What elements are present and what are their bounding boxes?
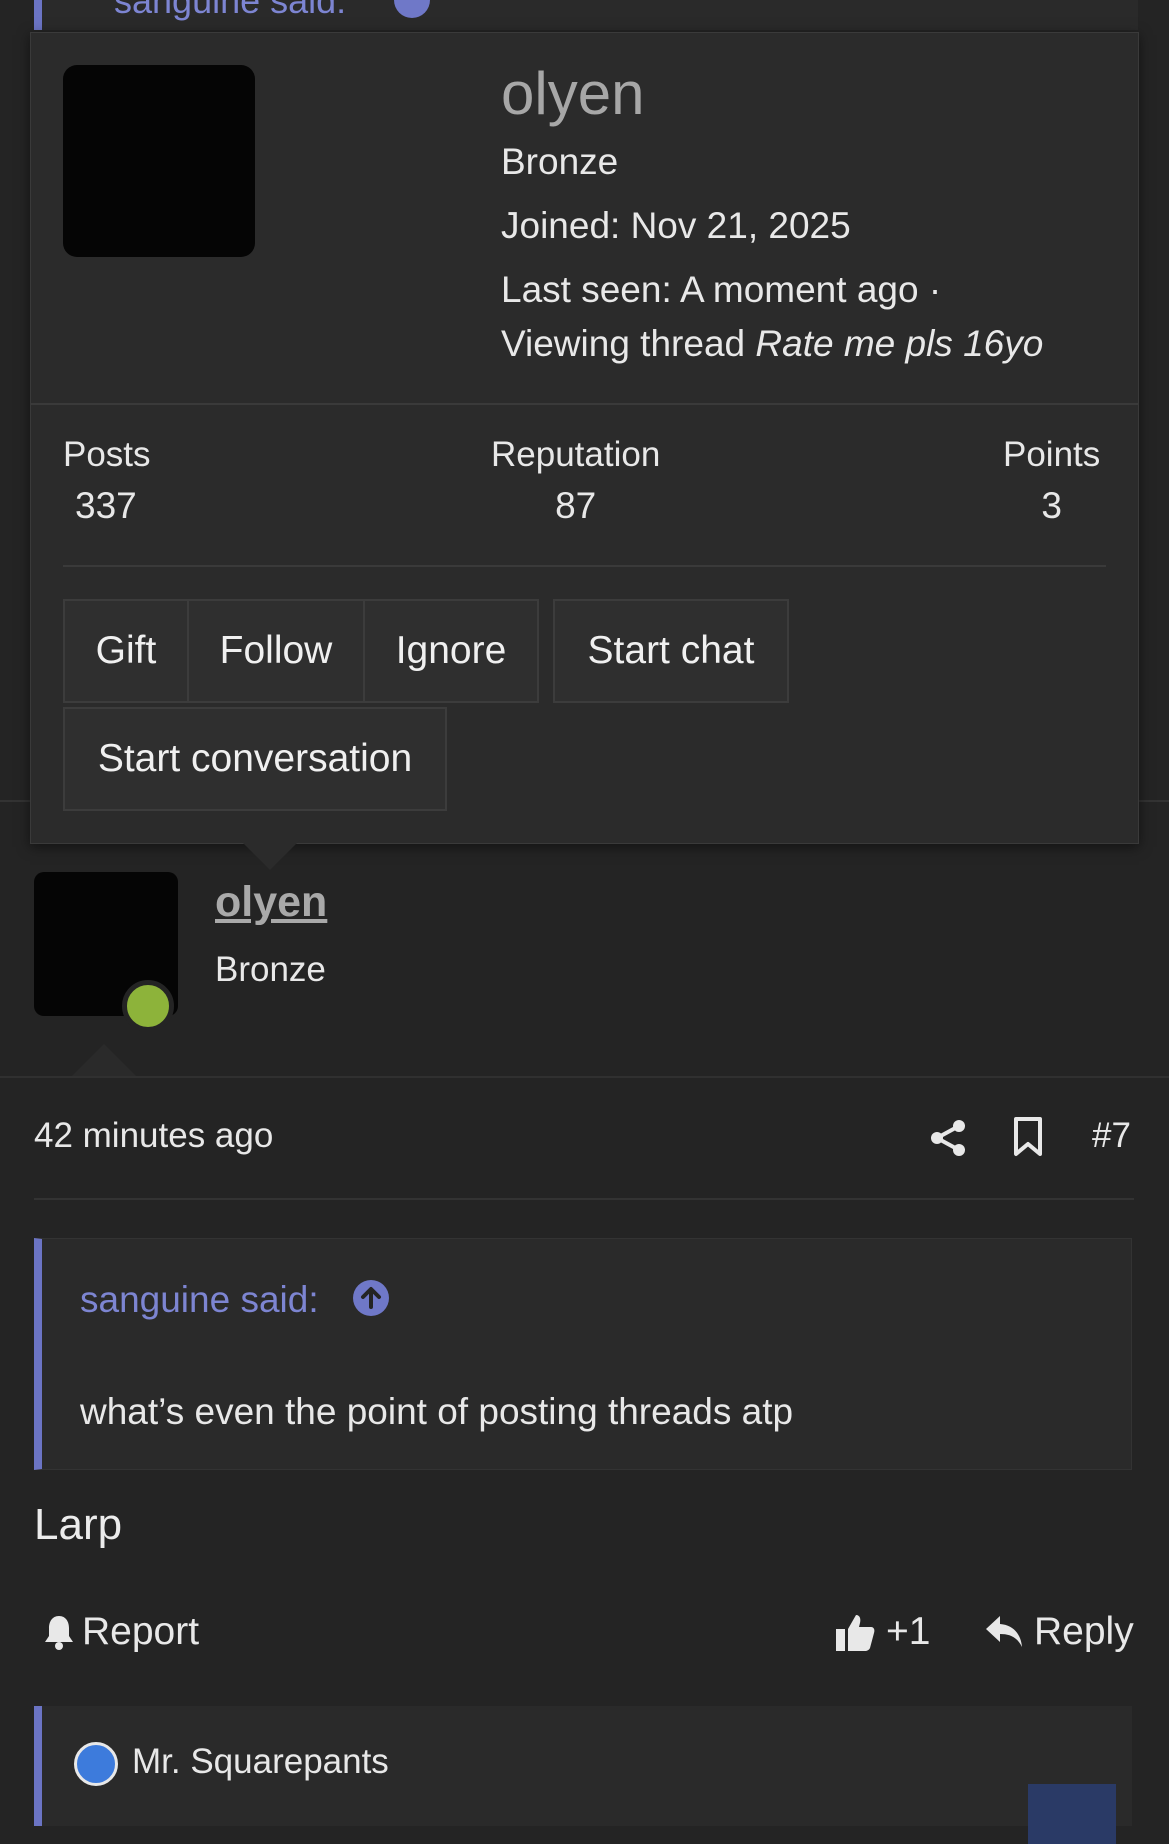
popup-avatar[interactable]	[63, 65, 255, 257]
reply-label: Reply	[1034, 1610, 1134, 1653]
divider	[31, 403, 1138, 405]
follow-button[interactable]: Follow	[187, 599, 365, 703]
scroll-top-button[interactable]	[1028, 1784, 1116, 1844]
online-indicator	[122, 980, 174, 1032]
activity-prefix: Viewing thread	[501, 323, 746, 364]
quote-author[interactable]: sanguine said:	[80, 1279, 319, 1321]
ignore-button[interactable]: Ignore	[363, 599, 539, 703]
post-body: Larp	[34, 1500, 123, 1549]
post-number-link[interactable]: #7	[1092, 1116, 1131, 1156]
report-label: Report	[82, 1610, 200, 1653]
like-button[interactable]: +1	[834, 1610, 930, 1654]
thumbs-up-icon	[836, 1615, 875, 1651]
stat-reputation[interactable]: Reputation 87	[491, 435, 660, 527]
previous-quote: sanguine said:	[34, 0, 1138, 30]
stat-value: 337	[75, 485, 137, 526]
member-tooltip-card: olyen Bronze Joined: Nov 21, 2025 Last s…	[30, 32, 1139, 844]
reply-button[interactable]: Reply	[984, 1610, 1134, 1654]
report-button[interactable]: Report	[42, 1610, 199, 1654]
popup-activity: Viewing thread Rate me pls 16yo	[501, 323, 1043, 365]
stat-label: Posts	[63, 435, 151, 474]
like-count: +1	[886, 1610, 931, 1653]
popup-pointer	[240, 840, 300, 870]
activity-thread-link[interactable]: Rate me pls 16yo	[755, 323, 1043, 364]
post-username[interactable]: olyen	[215, 878, 327, 927]
reactions-bar: Mr. Squarepants	[34, 1706, 1132, 1844]
popup-last-seen: Last seen: A moment ago ·	[501, 269, 942, 310]
stat-value: 3	[1041, 485, 1062, 526]
quote-text: what’s even the point of posting threads…	[80, 1391, 794, 1432]
stat-posts[interactable]: Posts 337	[63, 435, 151, 527]
post-timestamp[interactable]: 42 minutes ago	[34, 1116, 273, 1156]
start-chat-button[interactable]: Start chat	[553, 599, 789, 703]
jump-to-quote-icon[interactable]	[394, 0, 430, 18]
divider	[34, 1198, 1134, 1200]
post-user-rank: Bronze	[215, 950, 326, 989]
like-reaction-icon	[74, 1742, 118, 1786]
stat-value: 87	[555, 485, 597, 526]
popup-username[interactable]: olyen	[501, 59, 644, 128]
popup-joined: Joined: Nov 21, 2025	[501, 205, 851, 246]
user-block-pointer	[72, 1044, 136, 1076]
bookmark-icon[interactable]	[1012, 1116, 1044, 1158]
quote-block: sanguine said: what’s even the point of …	[34, 1238, 1132, 1470]
bell-icon	[45, 1616, 73, 1650]
popup-rank: Bronze	[501, 141, 619, 182]
quote-author[interactable]: sanguine said:	[114, 0, 346, 22]
stat-label: Reputation	[491, 435, 661, 474]
jump-to-quote-icon[interactable]	[352, 1279, 390, 1317]
reaction-users[interactable]: Mr. Squarepants	[132, 1742, 389, 1782]
start-conversation-button[interactable]: Start conversation	[63, 707, 447, 811]
stat-points[interactable]: Points 3	[1003, 435, 1100, 527]
stat-label: Points	[1003, 435, 1101, 474]
reply-icon	[986, 1616, 1022, 1647]
divider	[63, 565, 1106, 567]
share-icon[interactable]	[928, 1118, 968, 1158]
divider	[0, 1076, 1169, 1078]
gift-button[interactable]: Gift	[63, 599, 189, 703]
